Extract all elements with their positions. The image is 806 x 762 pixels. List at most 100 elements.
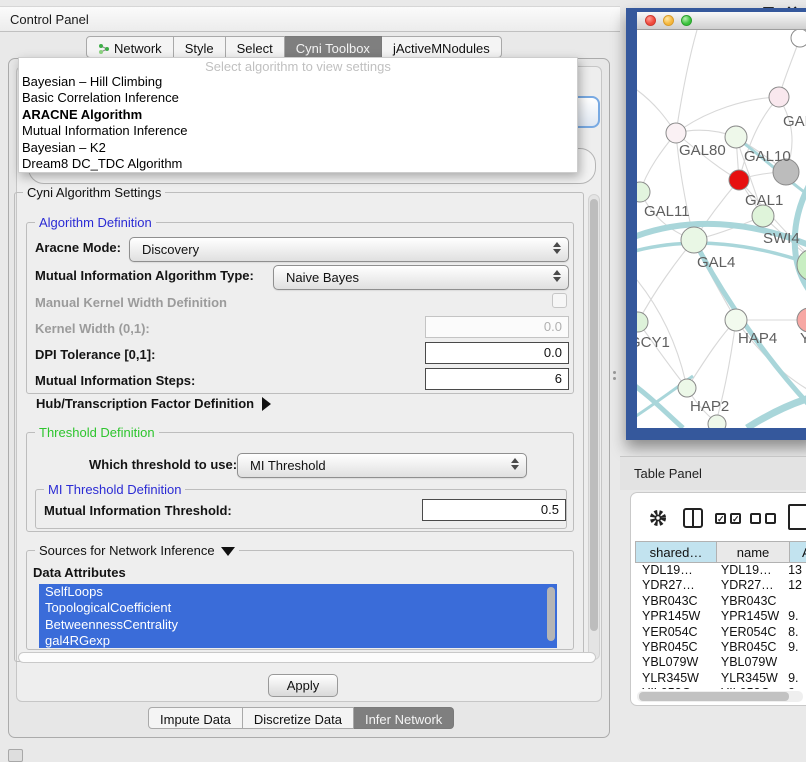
expanded-arrow-icon (221, 547, 235, 556)
settings-vertical-scrollbar[interactable] (588, 194, 600, 660)
dropdown-item[interactable]: Dream8 DC_TDC Algorithm (19, 156, 577, 172)
mi-algorithm-type-combo[interactable]: Naive Bayes (273, 265, 569, 290)
apply-button[interactable]: Apply (268, 674, 338, 697)
control-panel-tabs: Network Style Select Cyni Toolbox jActiv… (86, 36, 502, 58)
panel-splitter-handle[interactable] (613, 371, 617, 383)
list-scrollbar-thumb[interactable] (547, 587, 555, 641)
network-node-Y[interactable] (797, 308, 806, 332)
select-all-checkbox-icon[interactable]: ✓ (730, 513, 741, 524)
node-label: SWI4 (763, 230, 800, 247)
close-window-icon[interactable] (645, 15, 656, 26)
network-canvas[interactable]: GAL GAL80 GAL10 GAL1 GAL11 SWI4 GAL4 GCY… (637, 30, 806, 428)
table-row[interactable]: YIL052CYIL052C9 (635, 686, 806, 689)
tab-impute-data[interactable]: Impute Data (148, 707, 243, 729)
attribute-item-selected[interactable]: TopologicalCoefficient (39, 600, 557, 616)
network-node-GAL[interactable] (769, 87, 789, 107)
network-node-GAL80[interactable] (666, 123, 686, 143)
network-window-titlebar[interactable] (637, 12, 806, 30)
tab-style[interactable]: Style (174, 36, 226, 58)
network-node[interactable] (708, 415, 726, 428)
attribute-item-selected[interactable]: BetweennessCentrality (39, 617, 557, 633)
tab-cyni-toolbox[interactable]: Cyni Toolbox (285, 36, 382, 58)
select-all-checkbox-icon[interactable]: ✓ (715, 513, 726, 524)
node-label: GAL1 (745, 192, 783, 209)
aracne-mode-value: Discovery (142, 242, 199, 257)
cell: YBL079W (635, 655, 714, 670)
table-row[interactable]: YDR27…YDR27…12 (635, 578, 806, 593)
deselect-all-checkbox-icon[interactable] (750, 513, 761, 524)
settings-group-title: Cyni Algorithm Settings (23, 185, 165, 200)
tab-jactivemnodules-label: jActiveMNodules (393, 41, 490, 56)
table-row[interactable]: YBR043CYBR043C (635, 594, 806, 609)
control-panel-title: Control Panel (10, 12, 89, 27)
network-node-GAL11[interactable] (637, 182, 650, 202)
tab-infer-network[interactable]: Infer Network (354, 707, 454, 729)
cell: 13 (784, 563, 806, 578)
mi-steps-field[interactable]: 6 (425, 368, 569, 390)
tab-impute-data-label: Impute Data (160, 712, 231, 727)
dropdown-item[interactable]: Bayesian – Hill Climbing (19, 74, 577, 90)
minimized-panel-icon[interactable] (8, 749, 23, 762)
data-attributes-list[interactable]: SelfLoops TopologicalCoefficient Between… (39, 584, 557, 648)
hub-transcription-label: Hub/Transcription Factor Definition (36, 396, 254, 411)
scrollbar-thumb[interactable] (639, 692, 789, 701)
manual-kernel-width-label: Manual Kernel Width Definition (35, 295, 227, 310)
dropdown-item[interactable]: Basic Correlation Inference (19, 90, 577, 106)
mi-threshold-definition-group: MI Threshold Definition Mutual Informati… (35, 489, 567, 529)
kernel-width-field[interactable]: 0.0 (425, 316, 569, 338)
tab-select[interactable]: Select (226, 36, 285, 58)
dpi-tolerance-field[interactable]: 0.0 (425, 342, 569, 364)
network-node-HAP4[interactable] (725, 309, 747, 331)
tab-network[interactable]: Network (86, 36, 174, 58)
network-node-GAL1-highlighted[interactable] (729, 170, 749, 190)
network-node-HAP2[interactable] (678, 379, 696, 397)
attribute-item-selected[interactable]: gal4RGexp (39, 633, 557, 648)
dropdown-item-selected[interactable]: ARACNE Algorithm (19, 107, 577, 123)
table-row[interactable]: YPR145WYPR145W9. (635, 609, 806, 624)
scrollbar-thumb[interactable] (590, 199, 598, 631)
table-row[interactable]: YLR345WYLR345W9. (635, 671, 806, 686)
dropdown-item[interactable]: Bayesian – K2 (19, 140, 577, 156)
network-view-window[interactable]: GAL GAL80 GAL10 GAL1 GAL11 SWI4 GAL4 GCY… (626, 8, 806, 440)
spinner-arrows-icon (553, 270, 561, 282)
tab-cyni-toolbox-label: Cyni Toolbox (296, 41, 370, 56)
node-label: HAP4 (738, 330, 777, 347)
network-node-GAL10[interactable] (725, 126, 747, 148)
dropdown-item[interactable]: Mutual Information Inference (19, 123, 577, 139)
network-node[interactable] (791, 30, 806, 47)
algorithm-dropdown-list: Select algorithm to view settings Bayesi… (18, 57, 578, 173)
column-header-partial[interactable]: A (790, 541, 806, 563)
new-table-icon[interactable] (788, 504, 806, 530)
which-threshold-combo[interactable]: MI Threshold (237, 453, 527, 478)
mi-threshold-field[interactable]: 0.5 (422, 499, 566, 521)
control-panel-titlebar: Control Panel (0, 6, 620, 32)
table-horizontal-scrollbar[interactable] (637, 691, 803, 702)
table-settings-gear-icon[interactable] (649, 509, 667, 530)
table-panel-title: Table Panel (634, 466, 702, 481)
zoom-window-icon[interactable] (681, 15, 692, 26)
tab-discretize-data[interactable]: Discretize Data (243, 707, 354, 729)
column-header-name[interactable]: name (717, 541, 790, 563)
minimize-window-icon[interactable] (663, 15, 674, 26)
hub-transcription-section-toggle[interactable]: Hub/Transcription Factor Definition (36, 396, 271, 411)
column-layout-icon[interactable] (683, 508, 703, 528)
column-header-shared-name[interactable]: shared… (635, 541, 717, 563)
cell: YPR145W (714, 609, 784, 624)
table-row[interactable]: YDL19…YDL19…13 (635, 563, 806, 578)
sources-section-toggle[interactable]: Sources for Network Inference (35, 543, 239, 558)
manual-kernel-width-checkbox[interactable] (552, 293, 567, 308)
table-row[interactable]: YBR045CYBR045C9. (635, 640, 806, 655)
attribute-item-selected[interactable]: SelfLoops (39, 584, 557, 600)
cell: YBR043C (635, 594, 714, 609)
network-node-GCY1[interactable] (637, 312, 648, 332)
cell: YBR043C (714, 594, 784, 609)
sources-title: Sources for Network Inference (39, 543, 215, 558)
tab-jactivemnodules[interactable]: jActiveMNodules (382, 36, 502, 58)
node-label: GAL80 (679, 142, 726, 159)
settings-horizontal-scrollbar[interactable] (18, 652, 596, 663)
deselect-all-checkbox-icon[interactable] (765, 513, 776, 524)
table-row[interactable]: YER054CYER054C8. (635, 625, 806, 640)
aracne-mode-combo[interactable]: Discovery (129, 237, 569, 262)
table-row[interactable]: YBL079WYBL079W (635, 655, 806, 670)
network-node-GAL4[interactable] (681, 227, 707, 253)
